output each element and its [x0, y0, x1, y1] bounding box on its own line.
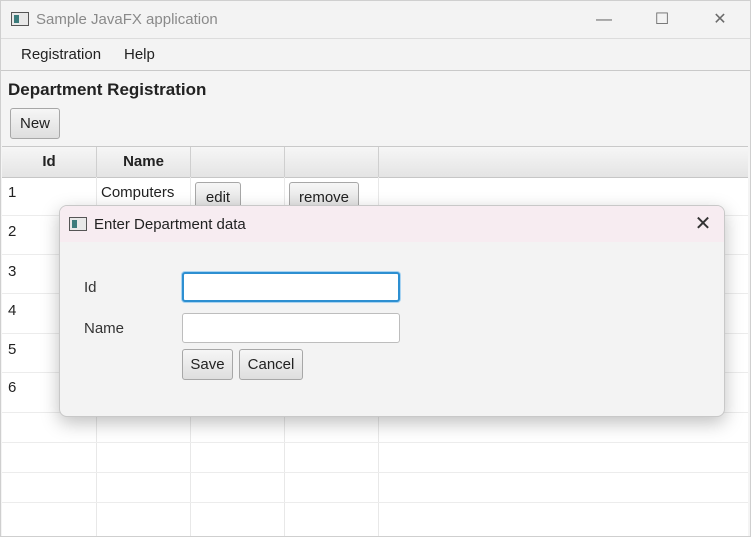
title-bar: Sample JavaFX application — ☐ ✕ [1, 1, 750, 39]
row-divider [2, 502, 748, 503]
minimize-button[interactable]: — [581, 5, 627, 34]
id-label: Id [84, 279, 97, 296]
window-title: Sample JavaFX application [36, 11, 218, 28]
name-label: Name [84, 320, 125, 337]
menu-help[interactable]: Help [124, 46, 155, 63]
app-icon [11, 12, 29, 26]
dialog-title: Enter Department data [94, 216, 246, 233]
menu-registration[interactable]: Registration [21, 46, 101, 63]
table-cell-id: 6 [8, 379, 17, 396]
table-cell-id: 2 [8, 223, 17, 240]
name-field[interactable] [182, 313, 400, 343]
department-dialog: Enter Department data ✕ Id Name Save Can… [59, 205, 725, 417]
column-header-name[interactable]: Name [97, 147, 191, 177]
table-header: Id Name [2, 147, 748, 178]
close-window-button[interactable]: ✕ [697, 5, 743, 34]
row-divider [2, 472, 748, 473]
table-cell-id: 4 [8, 302, 17, 319]
save-button[interactable]: Save [182, 349, 233, 380]
column-header-edit[interactable] [191, 147, 285, 177]
cancel-button[interactable]: Cancel [239, 349, 303, 380]
table-cell-id: 3 [8, 263, 17, 280]
new-button[interactable]: New [10, 108, 60, 139]
menu-bar: Registration Help [1, 39, 750, 71]
maximize-button[interactable]: ☐ [639, 5, 685, 34]
table-cell-id: 1 [8, 184, 17, 201]
column-header-remove[interactable] [285, 147, 379, 177]
column-header-filler [379, 147, 748, 177]
dialog-app-icon [69, 217, 87, 231]
column-header-id[interactable]: Id [2, 147, 97, 177]
id-field[interactable] [182, 272, 400, 302]
table-cell-name: Computers [101, 184, 175, 201]
dialog-title-bar: Enter Department data ✕ [60, 206, 724, 242]
table-cell-id: 5 [8, 341, 17, 358]
dialog-close-icon[interactable]: ✕ [688, 210, 718, 238]
page-title: Department Registration [8, 80, 207, 99]
row-divider [2, 442, 748, 443]
